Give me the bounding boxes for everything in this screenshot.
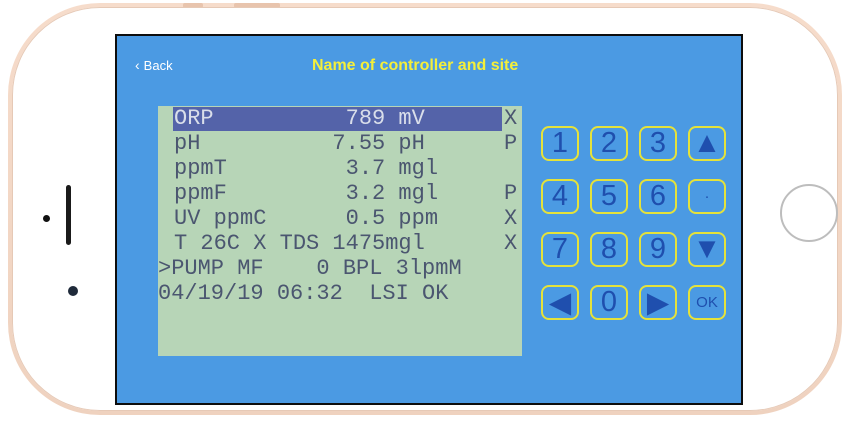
key-4[interactable]: 4 xyxy=(541,179,579,214)
lcd-row-text: T 26C X TDS 1475mgl xyxy=(174,231,425,256)
lcd-row-text: pH 7.55 pH xyxy=(174,131,425,156)
lcd-row: 04/19/19 06:32 LSI OK xyxy=(158,281,522,306)
lcd-row-text: UV ppmC 0.5 ppm xyxy=(174,206,439,231)
arrow-down-icon: ▼ xyxy=(692,233,722,265)
right-arrow-key[interactable]: ▶ xyxy=(639,285,677,320)
chevron-left-icon: ‹ xyxy=(135,56,140,73)
down-arrow-key[interactable]: ▼ xyxy=(688,232,726,267)
key-0[interactable]: 0 xyxy=(590,285,628,320)
back-button[interactable]: ‹ Back xyxy=(135,56,173,74)
lcd-row-flag: X xyxy=(504,106,518,131)
key-3[interactable]: 3 xyxy=(639,126,677,161)
lcd-row-text: ORP 789 mV xyxy=(174,106,425,131)
lcd-row-flag: X xyxy=(504,206,518,231)
arrow-left-icon: ◀ xyxy=(548,287,572,319)
home-button[interactable] xyxy=(780,184,838,242)
key-9[interactable]: 9 xyxy=(639,232,677,267)
lcd-row[interactable]: >PUMP MF 0 BPL 3lpmM xyxy=(158,256,522,281)
proximity-sensor xyxy=(68,286,78,296)
up-arrow-key[interactable]: ▲ xyxy=(688,126,726,161)
lcd-row[interactable]: ORP 789 mV X xyxy=(158,106,522,131)
phone-frame: ‹ Back Name of controller and site ORP 7… xyxy=(8,3,842,415)
decimal-point-key[interactable]: · xyxy=(688,179,726,214)
app-screen: ‹ Back Name of controller and site ORP 7… xyxy=(115,34,743,405)
key-6[interactable]: 6 xyxy=(639,179,677,214)
keypad: 1 2 3 ▲ 4 5 6 · 7 8 9 ▼ ◀ 0 ▶ OK xyxy=(541,126,731,326)
lcd-status-line: 04/19/19 06:32 LSI OK xyxy=(158,281,449,306)
ok-key[interactable]: OK xyxy=(688,285,726,320)
lcd-row-flag: P xyxy=(504,181,518,206)
lcd-row-flag: X xyxy=(504,231,518,256)
key-8[interactable]: 8 xyxy=(590,232,628,267)
left-arrow-key[interactable]: ◀ xyxy=(541,285,579,320)
lcd-row[interactable]: UV ppmC 0.5 ppm X xyxy=(158,206,522,231)
key-7[interactable]: 7 xyxy=(541,232,579,267)
dot-icon: · xyxy=(704,188,710,205)
earpiece-speaker xyxy=(66,185,71,245)
ok-label: OK xyxy=(696,294,718,311)
lcd-row-flag: P xyxy=(504,131,518,156)
lcd-row[interactable]: T 26C X TDS 1475mgl X xyxy=(158,231,522,256)
lcd-row[interactable]: ppmT 3.7 mgl xyxy=(158,156,522,181)
lcd-display: ORP 789 mV X pH 7.55 pH P ppmT 3.7 mgl p… xyxy=(158,106,522,356)
lcd-row-text: >PUMP MF 0 BPL 3lpmM xyxy=(158,256,462,281)
page-title: Name of controller and site xyxy=(312,57,519,74)
key-5[interactable]: 5 xyxy=(590,179,628,214)
arrow-up-icon: ▲ xyxy=(692,127,722,159)
front-camera xyxy=(43,215,50,222)
key-1[interactable]: 1 xyxy=(541,126,579,161)
arrow-right-icon: ▶ xyxy=(646,287,670,319)
lcd-row-text: ppmF 3.2 mgl xyxy=(174,181,439,206)
lcd-row[interactable]: pH 7.55 pH P xyxy=(158,131,522,156)
lcd-row-text: ppmT 3.7 mgl xyxy=(174,156,439,181)
back-label: Back xyxy=(143,58,173,73)
lcd-row[interactable]: ppmF 3.2 mgl P xyxy=(158,181,522,206)
key-2[interactable]: 2 xyxy=(590,126,628,161)
